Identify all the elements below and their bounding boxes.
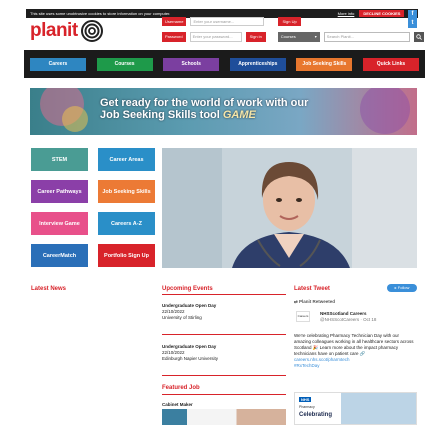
twitter-bird-icon: ▸ — [394, 285, 397, 290]
banner-game-logo: GAME — [222, 109, 256, 121]
event-place: Edinburgh Napier University — [162, 356, 219, 361]
cookie-more-info-link[interactable]: More info — [338, 11, 355, 16]
retweet-label: Planit Retweeted — [299, 299, 336, 304]
decline-cookies-button[interactable]: DECLINE COOKIES — [359, 10, 405, 17]
tile-job-seeking-skills[interactable]: Job Seeking Skills — [98, 180, 155, 203]
cookie-message: This site uses some unobtrusive cookies … — [30, 11, 171, 16]
tile-careers-a-z[interactable]: Careers A-Z — [98, 212, 155, 235]
event-place: University of Stirling — [162, 315, 202, 320]
banner-line-1: Get ready for the world of work with our — [100, 97, 309, 109]
search-icon — [416, 34, 422, 40]
twitter-follow-button[interactable]: ▸ Follow — [387, 284, 417, 292]
tile-careermatch[interactable]: CareerMatch — [31, 244, 88, 267]
tweet-card-title: Celebrating — [299, 412, 333, 418]
banner-decoration — [360, 88, 410, 134]
signup-button[interactable]: Sign Up — [278, 17, 301, 26]
logo-wordmark: planit — [30, 20, 78, 41]
hero-image — [162, 148, 417, 268]
tile-career-areas[interactable]: Career Areas — [98, 148, 155, 171]
events-divider — [162, 294, 286, 295]
nav-item-courses[interactable]: Courses — [96, 57, 153, 71]
upcoming-events-heading: Upcoming Events — [162, 286, 213, 292]
nav-item-job-seeking-skills[interactable]: Job Seeking Skills — [296, 57, 353, 71]
featured-job-image[interactable] — [162, 409, 286, 425]
tile-interview-game[interactable]: Interview Game — [31, 212, 88, 235]
main-nav: Careers Courses Schools Apprenticeships Job … — [24, 50, 425, 78]
username-input[interactable]: Enter your username... — [190, 17, 265, 26]
chevron-down-icon: ▾ — [314, 34, 317, 39]
password-input[interactable]: Enter your password... — [189, 32, 242, 42]
tile-stem[interactable]: STEM — [31, 148, 88, 171]
event-item[interactable]: Undergraduate Open Day 22/10/2022 Edinbu… — [162, 344, 282, 362]
nav-item-apprenticeships[interactable]: Apprenticeships — [229, 57, 286, 71]
events-divider — [162, 375, 286, 376]
site-logo[interactable]: planit — [30, 18, 103, 44]
tweet-author[interactable]: NHSScotland Careers @NHSScotCareers · Oc… — [320, 311, 417, 323]
tweet-body: We're celebrating Pharmacy Technician Da… — [294, 333, 417, 369]
search-scope-value: Courses — [280, 34, 296, 39]
tweet-author-handle: @NHSScotCareers · Oct 18 — [320, 317, 377, 322]
nav-item-careers[interactable]: Careers — [30, 57, 86, 71]
featured-job-heading: Featured Job — [162, 385, 200, 391]
password-label: Password — [162, 32, 186, 42]
search-scope-select[interactable]: Courses ▾ — [277, 32, 320, 42]
tile-career-pathways[interactable]: Career Pathways — [31, 180, 88, 203]
featured-job-title[interactable]: Cabinet Maker — [162, 402, 193, 407]
job-divider — [162, 394, 286, 395]
tweet-avatar[interactable]: Careers — [296, 311, 310, 322]
twitter-icon[interactable]: t — [408, 19, 417, 28]
job-seeking-skills-banner[interactable]: Get ready for the world of work with our… — [30, 88, 417, 135]
latest-news-heading: Latest News — [31, 286, 67, 292]
tweet-text: We're celebrating Pharmacy Technician Da… — [294, 333, 414, 356]
nav-item-schools[interactable]: Schools — [163, 57, 220, 71]
login-username-row: Username Enter your username... Sign Up — [162, 17, 301, 26]
login-password-row: Password Enter your password... Sign in … — [162, 32, 424, 42]
signin-button[interactable]: Sign in — [245, 32, 266, 42]
tweet-hashtag[interactable]: #RxTechDay — [294, 363, 417, 369]
facebook-icon[interactable]: f — [408, 10, 417, 19]
latest-tweet-heading: Latest Tweet — [294, 286, 330, 292]
events-divider — [162, 334, 286, 335]
retweet-icon: ⇄ — [294, 299, 298, 304]
search-button[interactable] — [413, 32, 424, 42]
tweet-card-subtitle: Pharmacy — [299, 405, 315, 409]
tweet-retweet-line: ⇄ Planit Retweeted — [294, 299, 417, 305]
username-label: Username — [162, 17, 187, 26]
nav-item-quick-links[interactable]: Quick Links — [362, 57, 419, 71]
logo-target-icon — [80, 20, 103, 42]
nurse-photo — [162, 148, 417, 268]
follow-label: Follow — [397, 285, 410, 290]
nhs-logo: NHS — [299, 397, 312, 402]
event-item[interactable]: Undergraduate Open Day 22/10/2022 Univer… — [162, 303, 282, 321]
tweet-media-card[interactable]: NHS Pharmacy Celebrating — [294, 392, 417, 425]
banner-decoration — [62, 106, 88, 132]
banner-headline: Get ready for the world of work with our… — [100, 97, 360, 121]
search-input[interactable]: Search Planit... — [323, 32, 410, 42]
tile-portfolio-sign-up[interactable]: Portfolio Sign Up — [98, 244, 155, 267]
banner-line-2: Job Seeking Skills tool — [100, 109, 220, 121]
